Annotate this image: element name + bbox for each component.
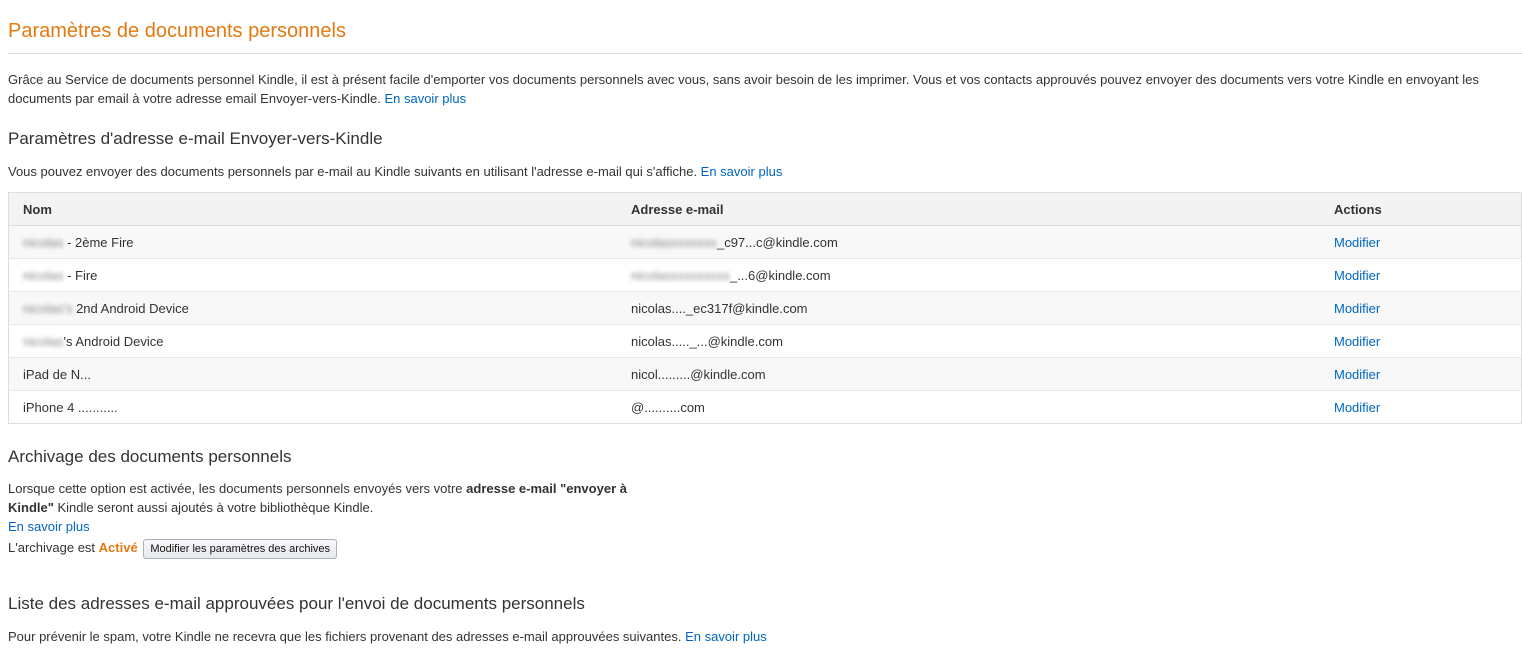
device-email-cell: nicolas....._...@kindle.com bbox=[617, 324, 1320, 358]
redacted-name: nicolas's bbox=[23, 300, 73, 316]
redacted-email: nicolasxxxxxxxxx bbox=[631, 267, 730, 283]
device-email-cell: nicolas...._ec317f@kindle.com bbox=[617, 291, 1320, 325]
device-action-cell: Modifier bbox=[1320, 291, 1522, 325]
device-email: _...6@kindle.com bbox=[729, 267, 831, 283]
table-row: nicolas - 2ème Fire nicolasxxxxxxx_c97..… bbox=[8, 225, 1522, 259]
device-name: iPad de N... bbox=[23, 366, 91, 382]
redacted-email: nicolasxxxxxxx bbox=[631, 234, 717, 250]
archive-text-before: Lorsque cette option est activée, les do… bbox=[8, 481, 467, 496]
redacted-name: nicolas bbox=[23, 234, 64, 250]
table-header-row: Nom Adresse e-mail Actions bbox=[8, 192, 1522, 226]
approved-emails-heading: Liste des adresses e-mail approuvées pou… bbox=[8, 594, 585, 613]
device-name: iPhone 4 ........... bbox=[23, 399, 118, 415]
approved-emails-description: Pour prévenir le spam, votre Kindle ne r… bbox=[8, 628, 1522, 646]
device-name-cell: nicolas - Fire bbox=[8, 258, 617, 292]
column-header-email[interactable]: Adresse e-mail bbox=[617, 192, 1320, 226]
archive-status-label: L'archivage est bbox=[8, 540, 99, 555]
intro-paragraph: Grâce au Service de documents personnel … bbox=[8, 70, 1508, 108]
modify-archive-settings-button[interactable]: Modifier les paramètres des archives bbox=[143, 539, 338, 559]
approved-learn-more-link[interactable]: En savoir plus bbox=[685, 629, 767, 644]
redacted-name: nicolas bbox=[23, 333, 64, 349]
device-name-cell: nicolas - 2ème Fire bbox=[8, 225, 617, 259]
device-name-cell: nicolas's Android Device bbox=[8, 324, 617, 358]
table-row: nicolas - Fire nicolasxxxxxxxxx_...6@kin… bbox=[8, 258, 1522, 292]
device-email: nicolas....._...@kindle.com bbox=[631, 333, 783, 349]
archive-description: Lorsque cette option est activée, les do… bbox=[8, 479, 638, 536]
device-email: nicol.........@kindle.com bbox=[631, 366, 766, 382]
device-email-cell: nicolasxxxxxxxxx_...6@kindle.com bbox=[617, 258, 1320, 292]
device-name: 2nd Android Device bbox=[72, 300, 189, 316]
table-row: nicolas's Android Device nicolas....._..… bbox=[8, 324, 1522, 358]
devices-table: Nom Adresse e-mail Actions nicolas - 2èm… bbox=[8, 192, 1522, 424]
email-description-text: Vous pouvez envoyer des documents person… bbox=[8, 164, 701, 179]
column-header-name[interactable]: Nom bbox=[8, 192, 617, 226]
archive-status-value: Activé bbox=[98, 540, 138, 555]
table-row: iPhone 4 ........... @..........com Modi… bbox=[8, 390, 1522, 424]
table-row: iPad de N... nicol.........@kindle.com M… bbox=[8, 357, 1522, 391]
modify-device-link[interactable]: Modifier bbox=[1334, 400, 1380, 415]
device-email-cell: @..........com bbox=[617, 390, 1320, 424]
title-divider bbox=[8, 53, 1522, 54]
archive-text-after: Kindle seront aussi ajoutés à votre bibl… bbox=[53, 500, 374, 515]
modify-device-link[interactable]: Modifier bbox=[1334, 367, 1380, 382]
device-action-cell: Modifier bbox=[1320, 324, 1522, 358]
device-action-cell: Modifier bbox=[1320, 258, 1522, 292]
device-action-cell: Modifier bbox=[1320, 390, 1522, 424]
device-email-cell: nicol.........@kindle.com bbox=[617, 357, 1320, 391]
page-title: Paramètres de documents personnels bbox=[8, 20, 346, 42]
modify-device-link[interactable]: Modifier bbox=[1334, 268, 1380, 283]
page: Paramètres de documents personnels Grâce… bbox=[0, 0, 1522, 646]
modify-device-link[interactable]: Modifier bbox=[1334, 334, 1380, 349]
device-name: 's Android Device bbox=[63, 333, 164, 349]
intro-text: Grâce au Service de documents personnel … bbox=[8, 72, 1479, 106]
archive-status-line: L'archivage est Activé Modifier les para… bbox=[8, 537, 1522, 559]
email-learn-more-link[interactable]: En savoir plus bbox=[701, 164, 783, 179]
column-header-actions: Actions bbox=[1320, 192, 1522, 226]
archive-learn-more-link[interactable]: En savoir plus bbox=[8, 519, 90, 534]
device-action-cell: Modifier bbox=[1320, 225, 1522, 259]
table-row: nicolas's 2nd Android Device nicolas....… bbox=[8, 291, 1522, 325]
device-email: _c97...c@kindle.com bbox=[716, 234, 838, 250]
modify-device-link[interactable]: Modifier bbox=[1334, 301, 1380, 316]
device-name-cell: iPhone 4 ........... bbox=[8, 390, 617, 424]
email-settings-description: Vous pouvez envoyer des documents person… bbox=[8, 163, 1522, 181]
approved-description-text: Pour prévenir le spam, votre Kindle ne r… bbox=[8, 629, 686, 644]
device-name-cell: nicolas's 2nd Android Device bbox=[8, 291, 617, 325]
device-email-cell: nicolasxxxxxxx_c97...c@kindle.com bbox=[617, 225, 1320, 259]
modify-device-link[interactable]: Modifier bbox=[1334, 235, 1380, 250]
archive-heading: Archivage des documents personnels bbox=[8, 447, 292, 466]
device-name: - Fire bbox=[63, 267, 98, 283]
device-action-cell: Modifier bbox=[1320, 357, 1522, 391]
email-settings-heading: Paramètres d'adresse e-mail Envoyer-vers… bbox=[8, 129, 383, 148]
intro-learn-more-link[interactable]: En savoir plus bbox=[384, 91, 466, 106]
device-name: - 2ème Fire bbox=[63, 234, 134, 250]
device-email: nicolas...._ec317f@kindle.com bbox=[631, 300, 808, 316]
device-email: @..........com bbox=[631, 399, 705, 415]
device-name-cell: iPad de N... bbox=[8, 357, 617, 391]
redacted-name: nicolas bbox=[23, 267, 64, 283]
